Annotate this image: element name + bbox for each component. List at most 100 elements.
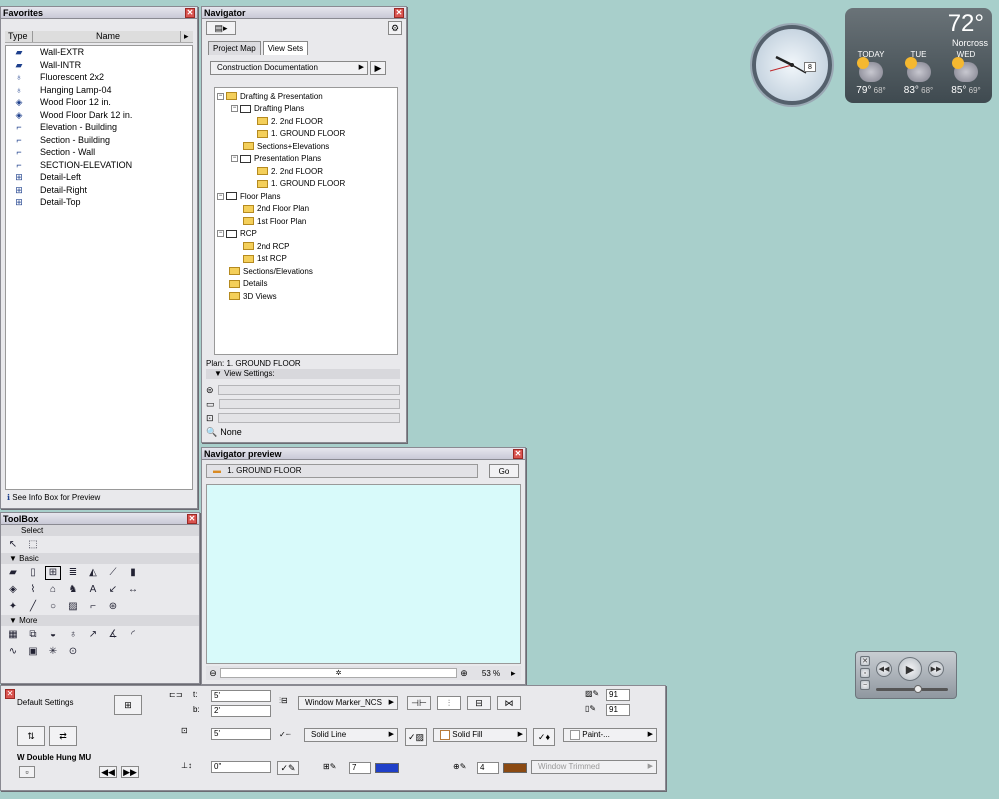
chevron-right-icon[interactable]: ▸ (181, 31, 193, 42)
minimize-icon[interactable]: − (860, 680, 870, 690)
list-item[interactable]: ▰ Wall-INTR (6, 59, 192, 72)
fast-forward-icon[interactable]: ▶▶ (928, 661, 944, 677)
collapse-icon[interactable]: − (231, 105, 238, 113)
zone-tool-icon[interactable]: ⌂ (45, 583, 61, 597)
anchor-right-icon[interactable]: ⊟ (467, 696, 491, 710)
fill-tool-icon[interactable]: ▨ (65, 600, 81, 614)
shell-tool-icon[interactable]: ◒ (45, 628, 61, 642)
pen-1-input[interactable]: 91 (606, 689, 630, 701)
hotspot-tool-icon[interactable]: ✳ (45, 645, 61, 659)
collapse-icon[interactable]: − (231, 155, 238, 163)
tab-project-map[interactable]: Project Map (208, 41, 261, 55)
pen-2-input[interactable]: 91 (606, 704, 630, 716)
paint-check-icon[interactable]: ✓♦ (533, 728, 555, 746)
zoom-field[interactable]: 🔍 None (206, 426, 400, 438)
wall-tool-icon[interactable]: ▰ (5, 566, 21, 580)
tree-node[interactable]: Sections+Elevations (215, 140, 397, 153)
zoom-out-icon[interactable]: ⊖ (206, 668, 220, 679)
go-button[interactable]: Go (489, 464, 519, 478)
angle-dimension-icon[interactable]: ∡ (105, 628, 121, 642)
tree-node[interactable]: − Drafting & Presentation (215, 90, 397, 103)
column-type[interactable]: Type (5, 31, 33, 42)
fill-check-icon[interactable]: ✓▨ (405, 728, 427, 746)
view-type-dropdown[interactable]: ▤▸ (206, 21, 236, 35)
label-tool-icon[interactable]: ↙ (105, 583, 121, 597)
list-item[interactable]: ⊞ Detail-Top (6, 196, 192, 209)
list-item[interactable]: ⌐ SECTION-ELEVATION (6, 159, 192, 172)
favorites-title-bar[interactable]: Favorites ✕ (1, 7, 197, 19)
marquee-tool-icon[interactable]: ⬚ (25, 538, 41, 552)
tree-node[interactable]: 1st Floor Plan (215, 215, 397, 228)
pen-4-input[interactable]: 4 (477, 762, 499, 774)
layer-field[interactable]: ⊜ (206, 384, 400, 396)
arc-tool-icon[interactable]: ◜ (125, 628, 141, 642)
line-tool-icon[interactable]: ╱ (25, 600, 41, 614)
tab-view-sets[interactable]: View Sets (262, 41, 309, 55)
close-icon[interactable]: ✕ (185, 8, 195, 18)
roof-tool-icon[interactable]: ◭ (85, 566, 101, 580)
dimension-tool-icon[interactable]: ↔ (125, 583, 141, 597)
scale-field[interactable]: ▭ (206, 398, 400, 410)
list-item[interactable]: ⌐ Section - Wall (6, 146, 192, 159)
tree-node[interactable]: − Drafting Plans (215, 103, 397, 116)
toolbox-title-bar[interactable]: ToolBox ✕ (1, 513, 199, 525)
pen-3-input[interactable]: 7 (349, 762, 371, 774)
line-type-select[interactable]: Solid Line (304, 728, 398, 742)
collapse-icon[interactable]: − (217, 192, 224, 200)
close-icon[interactable]: ✕ (860, 656, 870, 666)
clock-gadget[interactable]: 8 (752, 25, 832, 105)
spline-tool-icon[interactable]: ∿ (5, 645, 21, 659)
elevation-input[interactable]: 0" (211, 761, 271, 773)
paint-select[interactable]: Paint-... (563, 728, 657, 742)
elevation-check-icon[interactable]: ✓✎ (277, 761, 299, 775)
rewind-icon[interactable]: ◀◀ (876, 661, 892, 677)
radial-dimension-icon[interactable]: ↗ (85, 628, 101, 642)
b-input[interactable]: 2' (211, 705, 271, 717)
window-settings-button[interactable]: ⊞ (114, 695, 142, 715)
zoom-slider[interactable]: ✲ (220, 668, 457, 678)
play-icon[interactable]: ▶ (898, 657, 922, 681)
restore-icon[interactable]: ▫ (860, 668, 870, 678)
weather-gadget[interactable]: 72° Norcross TODAY 79° 68° TUE 83° 68° W… (845, 8, 992, 103)
flip-horizontal-icon[interactable]: ⇄ (49, 726, 77, 746)
view-settings-toggle[interactable]: ▼ View Settings: (206, 369, 400, 379)
model-field[interactable]: ⊡ (206, 412, 400, 424)
width-input[interactable]: 5' (211, 728, 271, 740)
next-icon[interactable]: ▶▶ (121, 766, 139, 778)
tree-node[interactable]: Details (215, 278, 397, 291)
level-dimension-icon[interactable]: ✦ (5, 600, 21, 614)
tree-node[interactable]: 1. GROUND FLOOR (215, 128, 397, 141)
flip-vertical-icon[interactable]: ⇅ (17, 726, 45, 746)
tree-node[interactable]: 3D Views (215, 290, 397, 303)
tree-node[interactable]: 2nd RCP (215, 240, 397, 253)
collapse-icon[interactable]: − (217, 230, 224, 238)
list-item[interactable]: ◈ Wood Floor Dark 12 in. (6, 109, 192, 122)
section-tool-icon[interactable]: ⌐ (85, 600, 101, 614)
slab-tool-icon[interactable]: ◈ (5, 583, 21, 597)
play-arrow-icon[interactable]: ▶ (370, 61, 386, 75)
list-item[interactable]: ⊞ Detail-Right (6, 184, 192, 197)
trim-select[interactable]: Window Trimmed (531, 760, 657, 774)
anchor-center-icon[interactable]: ⫶ (437, 696, 461, 710)
close-icon[interactable]: ✕ (394, 8, 404, 18)
list-item[interactable]: ▰ Wall-EXTR (6, 46, 192, 59)
tree-node[interactable]: Sections/Elevations (215, 265, 397, 278)
volume-thumb[interactable] (914, 685, 922, 693)
arrow-tool-icon[interactable]: ↖ (5, 538, 21, 552)
t-input[interactable]: 5' (211, 690, 271, 702)
collapse-icon[interactable]: − (217, 92, 224, 100)
tree-node[interactable]: − Floor Plans (215, 190, 397, 203)
tree-node[interactable]: 2nd Floor Plan (215, 203, 397, 216)
close-icon[interactable]: ✕ (5, 689, 15, 699)
preview-title-bar[interactable]: Navigator preview ✕ (202, 448, 525, 460)
basic-section[interactable]: ▼ Basic (1, 553, 199, 564)
anchor-mirror-icon[interactable]: ⋈ (497, 696, 521, 710)
fill-type-select[interactable]: Solid Fill (433, 728, 527, 742)
tree-node[interactable]: 2. 2nd FLOOR (215, 165, 397, 178)
close-icon[interactable]: ✕ (187, 514, 197, 524)
select-section[interactable]: Select (1, 525, 199, 536)
zoom-in-icon[interactable]: ⊕ (457, 668, 471, 679)
list-item[interactable]: ♁ Hanging Lamp-04 (6, 84, 192, 97)
list-item[interactable]: ⊞ Detail-Left (6, 171, 192, 184)
pen-color-swatch[interactable] (375, 763, 399, 773)
